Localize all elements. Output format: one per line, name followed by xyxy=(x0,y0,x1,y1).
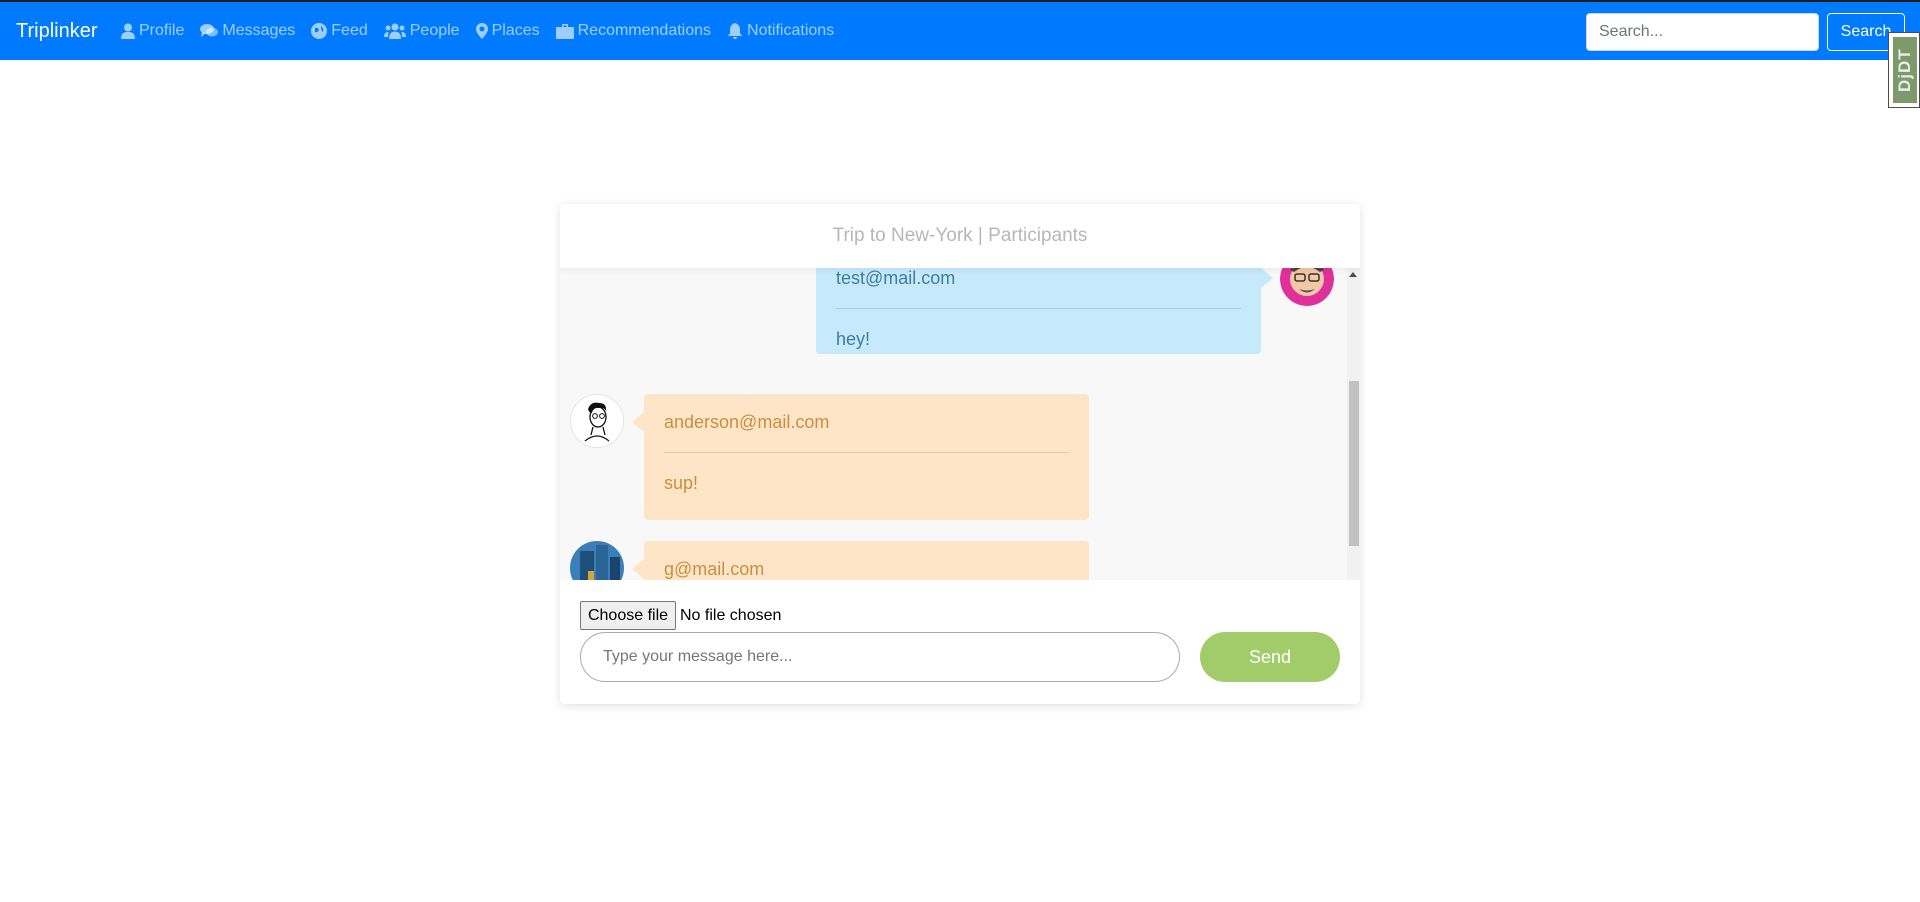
navbar: Triplinker Profile Messages Feed People … xyxy=(0,0,1920,60)
nav-item-label: Profile xyxy=(139,22,185,39)
scroll-thumb[interactable] xyxy=(1349,381,1359,546)
message-sender: g@mail.com xyxy=(664,559,765,579)
avatar xyxy=(570,541,624,580)
file-status: No file chosen xyxy=(680,607,782,624)
users-icon xyxy=(383,23,406,39)
briefcase-icon xyxy=(555,24,574,39)
user-icon xyxy=(121,23,135,39)
brand-logo[interactable]: Triplinker xyxy=(16,20,98,43)
message-sender: anderson@mail.com xyxy=(664,412,830,432)
nav-item-notifications[interactable]: Notifications xyxy=(727,22,834,40)
chat-card: Trip to New-York | Participants test@mai… xyxy=(560,204,1360,704)
search-input[interactable] xyxy=(1586,13,1819,51)
nav-item-label: Recommendations xyxy=(577,22,712,39)
avatar xyxy=(570,394,624,448)
nav-item-profile[interactable]: Profile xyxy=(121,22,184,40)
chat-input-area: Choose file No file chosen Send xyxy=(560,580,1360,704)
nav-item-recommendations[interactable]: Recommendations xyxy=(555,22,712,40)
nav-item-places[interactable]: Places xyxy=(475,22,540,40)
message-bubble: anderson@mail.com sup! xyxy=(632,394,1089,520)
avatar-cartoon-icon xyxy=(1280,268,1334,306)
debug-toolbar-handle[interactable]: DjDT xyxy=(1888,32,1920,108)
debug-toolbar-label: DjDT xyxy=(1893,37,1917,103)
choose-file-button[interactable]: Choose file xyxy=(580,601,676,630)
message-input[interactable] xyxy=(580,632,1180,682)
map-marker-icon xyxy=(475,23,488,39)
nav-item-label: Feed xyxy=(331,22,368,39)
nav-menu: Profile Messages Feed People Places Reco… xyxy=(121,22,850,40)
nav-item-label: Notifications xyxy=(747,22,835,39)
message-text: hey! xyxy=(836,329,871,349)
message-sender: test@mail.com xyxy=(836,268,956,288)
bell-icon xyxy=(728,23,743,39)
chat-title: Trip to New-York | Participants xyxy=(560,204,1360,268)
comments-icon xyxy=(200,24,219,37)
nav-item-people[interactable]: People xyxy=(383,22,460,40)
message-text: sup! xyxy=(664,473,699,493)
globe-icon xyxy=(311,23,328,39)
nav-item-messages[interactable]: Messages xyxy=(200,22,295,40)
message-bubble: test@mail.com hey! xyxy=(816,268,1273,354)
nav-item-label: Messages xyxy=(222,22,296,39)
nav-item-label: Places xyxy=(491,22,540,39)
avatar-city-photo-icon xyxy=(570,541,624,580)
avatar xyxy=(1280,268,1334,306)
nav-item-label: People xyxy=(409,22,460,39)
nav-item-feed[interactable]: Feed xyxy=(311,22,368,40)
avatar-sketch-icon xyxy=(571,395,623,447)
chat-scrollbar[interactable] xyxy=(1347,268,1360,580)
send-button[interactable]: Send xyxy=(1200,632,1340,682)
scroll-up-arrow-icon[interactable] xyxy=(1349,272,1357,277)
chat-messages: test@mail.com hey! anderson@mail.com sup… xyxy=(560,268,1360,580)
message-bubble: g@mail.com xyxy=(632,541,1089,580)
